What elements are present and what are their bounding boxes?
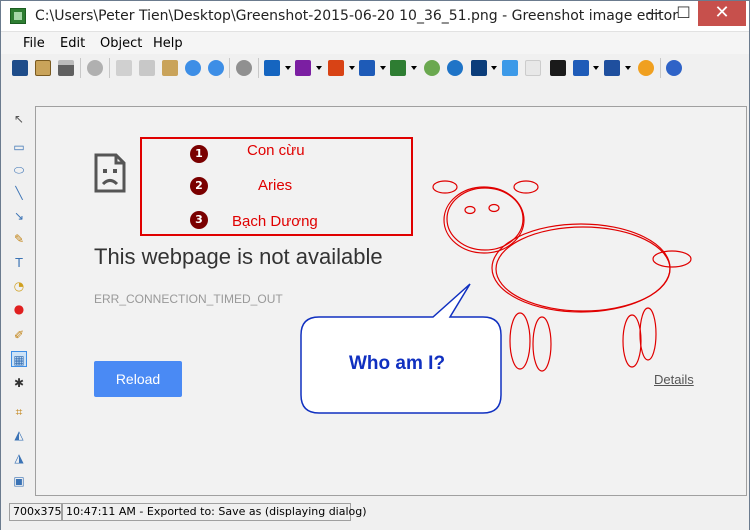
status-bar: 700x375 10:47:11 AM - Exported to: Save … [1, 500, 749, 530]
speech-bubble-text[interactable]: Who am I? [349, 353, 445, 375]
image-dimensions: 700x375 [9, 503, 62, 521]
editor-window: C:\Users\Peter Tien\Desktop\Greenshot-20… [0, 0, 750, 530]
speech-bubble-shape[interactable] [300, 283, 502, 414]
status-message: 10:47:11 AM - Exported to: Save as (disp… [62, 503, 367, 521]
sheep-drawing[interactable] [1, 1, 750, 530]
